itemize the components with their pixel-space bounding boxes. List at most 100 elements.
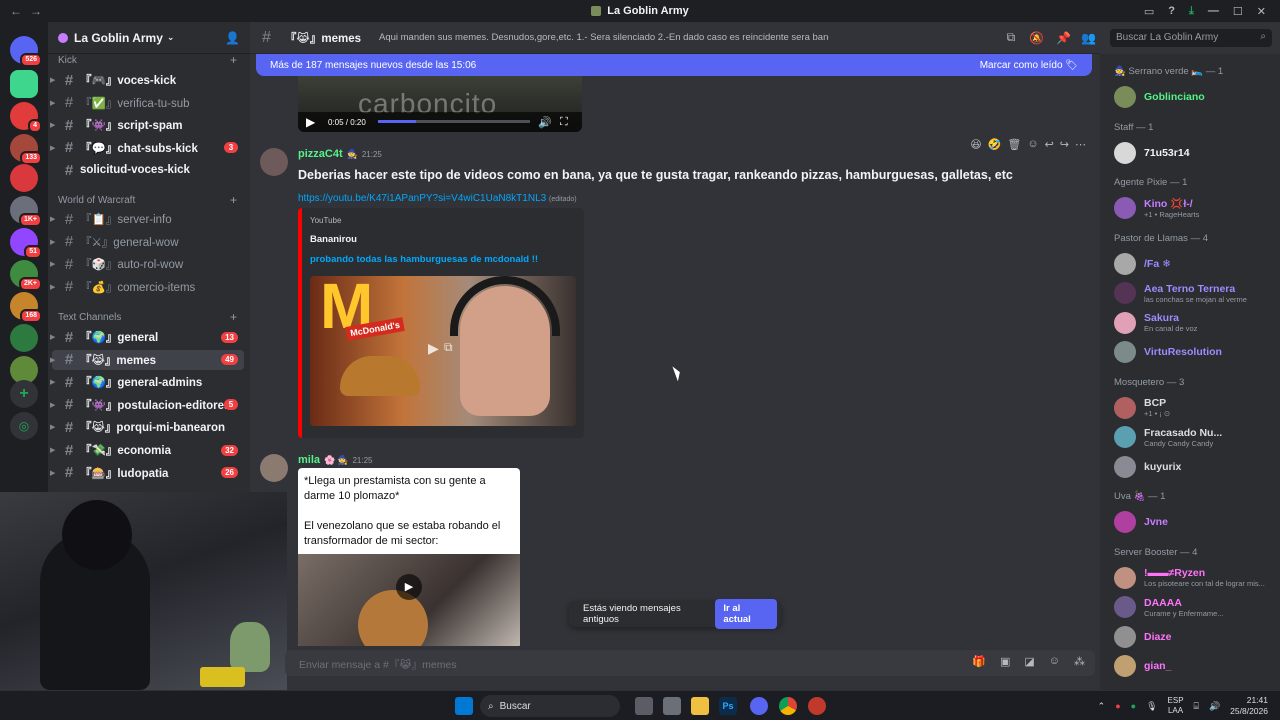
thread-arrow-icon[interactable]: ▶ [50,144,55,152]
thread-arrow-icon[interactable]: ▶ [50,121,55,129]
server-icon[interactable]: 4 [10,102,42,133]
meme-video[interactable]: ▶ [298,554,520,646]
microphone-icon[interactable]: 🎙 [1146,701,1157,712]
member-item[interactable]: VirtuResolution [1106,339,1274,365]
embed-thumbnail[interactable]: M McDonald's ▶ ⧉ [310,276,576,426]
member-item[interactable]: Diaze [1106,624,1274,650]
embed-author[interactable]: Bananirou [310,234,357,245]
server-icon[interactable] [10,324,38,352]
inbox-icon[interactable]: ▭ [1144,5,1154,18]
apps-icon[interactable]: ⁂ [1074,655,1085,668]
play-icon[interactable]: ▶ [428,340,439,357]
channel-item[interactable]: ▶ # 『💰』comercio-items [50,277,244,297]
channel-item[interactable]: # solicitud-voces-kick [52,160,244,180]
category-text[interactable]: Text Channels + [58,310,237,324]
pin-icon[interactable]: 📌 [1056,31,1071,45]
reply-icon[interactable]: ↩ [1045,138,1054,156]
member-item[interactable]: DAAAA Curame y Enfermame... [1106,594,1274,620]
forward-icon[interactable]: ↪ [1060,138,1069,156]
server-icon[interactable]: 168 [10,292,42,323]
channel-item[interactable]: ▶ # 『🎰』ludopatia 26 [50,463,244,483]
thread-arrow-icon[interactable]: ▶ [50,99,55,107]
thread-arrow-icon[interactable]: ▶ [50,401,55,409]
channel-item[interactable]: ▶ # 『🌍』general 13 [50,327,244,347]
avatar[interactable] [260,454,288,482]
server-icon[interactable] [10,70,38,98]
server-icon[interactable]: 51 [10,228,42,259]
server-icon[interactable]: 1K+ [10,196,42,227]
tray-app-icon[interactable]: ● [1115,701,1120,711]
explore-servers-icon[interactable]: ◎ [10,412,38,440]
gift-icon[interactable]: 🎁 [972,655,986,668]
thread-arrow-icon[interactable]: ▶ [50,260,55,268]
server-icon[interactable] [10,164,38,192]
message-author[interactable]: pizzaC4t [298,148,343,160]
forward-arrow-icon[interactable]: → [30,4,42,18]
reaction-trash-icon[interactable]: 🗑 [1007,138,1021,156]
keyboard-lang[interactable]: ESP [1168,696,1184,706]
gif-icon[interactable]: ▣ [1000,655,1010,668]
server-icon[interactable]: 526 [10,36,42,67]
volume-icon[interactable]: 🔊 [1209,701,1220,712]
search-input[interactable]: Buscar La Goblin Army ⌕ [1110,29,1272,47]
member-item[interactable]: Fracasado Nu... Candy Candy Candy [1106,424,1274,450]
channel-item[interactable]: ▶ # 『🌍』general-admins [50,372,244,392]
channel-topic[interactable]: Aqui manden sus memes. Desnudos,gore,etc… [379,32,829,43]
channel-item[interactable]: ▶ # 『📋』server-info [50,209,244,229]
channel-item[interactable]: ▶ # 『⚔』general-wow [50,232,244,252]
channel-item[interactable]: ▶ # 『😹』memes 49 [50,349,244,370]
taskview-icon[interactable] [635,697,653,715]
clock-time[interactable]: 21:41 [1230,695,1268,706]
file-explorer-icon[interactable] [691,697,709,715]
member-item[interactable]: Kino 💢ł-/+1 • RageHearts [1106,195,1274,221]
message[interactable]: pizzaC4t 🧙 21:25 😆 🤣 🗑 ☺ ↩ ↪ ⋯ Deberias … [250,138,1100,440]
mark-read-button[interactable]: Marcar como leído 🏷 [980,60,1078,71]
thread-arrow-icon[interactable]: ▶ [50,469,55,477]
thread-arrow-icon[interactable]: ▶ [50,215,55,223]
discord-icon[interactable] [750,697,768,715]
thread-arrow-icon[interactable]: ▶ [50,423,55,431]
message-author[interactable]: mila [298,454,320,466]
channel-item[interactable]: ▶ # 『💸』economia 32 [50,440,244,460]
app-icon[interactable] [663,697,681,715]
threads-icon[interactable]: ⧉ [1007,30,1016,45]
photoshop-icon[interactable]: Ps [719,697,737,715]
member-item[interactable]: Aea Terno Ternera las conchas se mojan al… [1106,280,1274,306]
channel-item[interactable]: ▶ # 『👾』script-spam [50,115,244,135]
member-item[interactable]: BCP +1 • ¡ ⊙ [1106,395,1274,421]
mute-icon[interactable]: 🔕 [1029,31,1044,45]
start-icon[interactable] [455,697,473,715]
play-icon[interactable]: ▶ [306,115,315,129]
emoji-icon[interactable]: ☺ [1049,655,1060,668]
thread-arrow-icon[interactable]: ▶ [50,378,55,386]
server-header[interactable]: La Goblin Army ⌄ 👤 [48,22,250,54]
video-progress-track[interactable] [378,120,530,123]
thread-arrow-icon[interactable]: ▶ [50,238,55,246]
channel-item[interactable]: ▶ # 『🎮』voces-kick [50,70,244,90]
message-input[interactable]: Enviar mensaje a #『😹』memes 🎁 ▣ ◪ ☺ ⁂ [285,650,1095,676]
taskbar-search[interactable]: ⌕ Buscar [480,695,620,717]
reaction-laugh-icon[interactable]: 😆 [970,138,981,156]
add-reaction-icon[interactable]: ☺ [1027,138,1038,156]
tray-app-icon[interactable]: ● [1131,701,1136,711]
meme-image[interactable]: *Llega un prestamista con su gente a dar… [298,468,520,646]
add-channel-icon[interactable]: + [230,53,237,67]
more-icon[interactable]: ⋯ [1075,138,1086,156]
server-icon[interactable]: 2K+ [10,260,42,291]
thread-arrow-icon[interactable]: ▶ [50,76,55,84]
sticker-icon[interactable]: ◪ [1024,655,1034,668]
add-channel-icon[interactable]: + [230,193,237,207]
members-icon[interactable]: 👥 [1081,31,1096,45]
member-item[interactable]: Goblinciano [1106,84,1274,110]
channel-item[interactable]: ▶ # 『👾』postulacion-editores 5 [50,395,244,415]
chrome-icon[interactable] [779,697,797,715]
channel-item[interactable]: ▶ # 『🎲』auto-rol-wow [50,254,244,274]
add-server-icon[interactable]: + [10,380,38,408]
server-icon[interactable]: 133 [10,134,42,165]
reaction-rofl-icon[interactable]: 🤣 [988,138,1002,156]
category-kick[interactable]: Kick + [58,53,237,67]
download-icon[interactable]: ⤓ [1189,5,1194,18]
category-wow[interactable]: World of Warcraft + [58,193,237,207]
member-item[interactable]: gian_ [1106,653,1274,679]
open-external-icon[interactable]: ⧉ [444,340,453,355]
